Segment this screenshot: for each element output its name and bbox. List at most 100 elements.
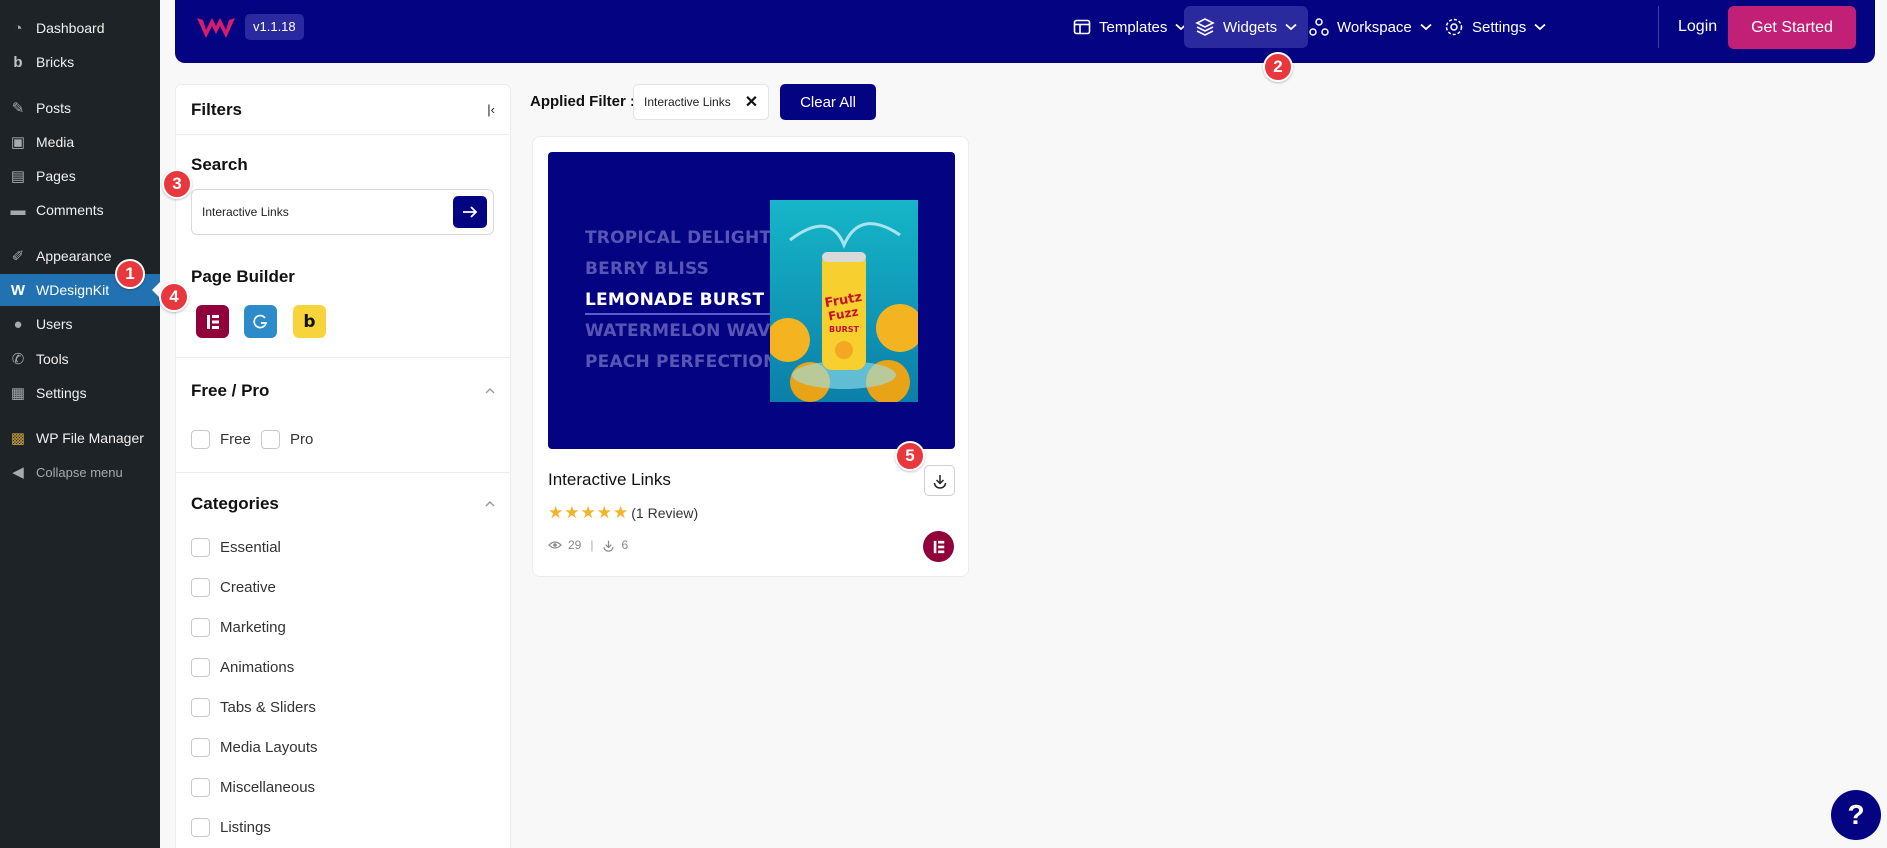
nav-widgets[interactable]: Widgets: [1184, 6, 1309, 48]
clear-all-button[interactable]: Clear All: [780, 84, 876, 120]
nav-templates-label: Templates: [1099, 18, 1168, 36]
nav-workspace[interactable]: Workspace: [1298, 6, 1443, 48]
category-animations[interactable]: Animations: [191, 658, 294, 677]
star-icon: ★: [548, 503, 564, 522]
step-marker-4: 4: [159, 282, 189, 312]
collapse-menu-label: Collapse menu: [36, 464, 123, 480]
applied-filter-chip[interactable]: Interactive Links ✕: [633, 84, 770, 120]
search-input[interactable]: [202, 202, 442, 222]
login-link[interactable]: Login: [1678, 6, 1717, 48]
star-icon: ★: [580, 503, 596, 522]
category-media-layouts[interactable]: Media Layouts: [191, 738, 318, 757]
chevron-up-icon[interactable]: [485, 499, 495, 509]
layers-icon: [1195, 18, 1215, 36]
dashboard-icon: ◔: [13, 19, 23, 37]
free-checkbox[interactable]: Free: [191, 430, 251, 449]
wp-menu-label: Posts: [36, 100, 72, 116]
wp-menu-pages[interactable]: ▤ Pages: [0, 160, 160, 192]
pro-checkbox[interactable]: Pro: [261, 430, 313, 449]
bricks-filter-button[interactable]: b: [293, 305, 326, 338]
checkbox-label: Media Layouts: [220, 739, 318, 756]
preview-link-text: LEMONADE BURST: [585, 290, 765, 310]
wp-menu-bricks[interactable]: b Bricks: [0, 46, 160, 78]
checkbox-label: Miscellaneous: [220, 779, 316, 796]
wrench-icon: ✆: [11, 351, 25, 368]
wp-menu-media[interactable]: ▣ Media: [0, 126, 160, 158]
category-marketing[interactable]: Marketing: [191, 618, 286, 637]
get-started-button[interactable]: Get Started: [1728, 6, 1856, 49]
workspace-icon: [1309, 18, 1329, 36]
svg-text:BURST: BURST: [829, 325, 860, 334]
nav-settings[interactable]: Settings: [1433, 6, 1557, 48]
rating-stars: ★ ★ ★ ★ ★ (1 Review): [548, 504, 698, 521]
wp-menu-posts[interactable]: ✎ Posts: [0, 92, 160, 124]
star-icon: ★: [613, 503, 629, 522]
chevron-down-icon: [1420, 23, 1432, 31]
applied-filter-label: Applied Filter :: [530, 93, 635, 110]
widget-stats: 29 | 6: [548, 538, 628, 552]
category-miscellaneous[interactable]: Miscellaneous: [191, 778, 315, 797]
wp-menu-file-manager[interactable]: ▩ WP File Manager: [0, 422, 160, 454]
preview-link: BERRY BLISS: [585, 259, 710, 279]
file-manager-icon: ▩: [10, 430, 26, 447]
checkbox-box: [191, 538, 210, 557]
divider: [176, 472, 510, 473]
wp-menu-settings[interactable]: ▦ Settings: [0, 377, 160, 409]
wp-collapse-menu[interactable]: ◀ Collapse menu: [0, 456, 160, 488]
wp-menu-dashboard[interactable]: ◔ Dashboard: [0, 12, 160, 44]
elementor-filter-button[interactable]: [196, 305, 229, 338]
category-essential[interactable]: Essential: [191, 538, 281, 557]
bricks-icon: b: [13, 53, 23, 71]
view-count: 29: [568, 538, 582, 552]
widget-title[interactable]: Interactive Links: [548, 470, 671, 490]
version-badge: v1.1.18: [245, 14, 304, 40]
wdesignkit-logo[interactable]: [195, 12, 237, 42]
chevron-down-icon: [1285, 23, 1297, 31]
stat-separator: |: [590, 538, 594, 552]
help-button[interactable]: ?: [1831, 790, 1881, 840]
category-creative[interactable]: Creative: [191, 578, 276, 597]
eye-icon: [548, 541, 562, 549]
search-submit-button[interactable]: [453, 196, 487, 228]
chevron-up-icon[interactable]: [485, 386, 495, 396]
divider: [176, 357, 510, 358]
pages-icon: ▤: [10, 168, 26, 185]
checkbox-label: Marketing: [220, 619, 286, 636]
bricks-icon: b: [303, 311, 316, 332]
comment-icon: ▬: [10, 201, 26, 219]
top-navbar: v1.1.18 Templates Widgets Workspace Sett…: [175, 0, 1875, 63]
step-marker-2: 2: [1263, 52, 1293, 82]
pin-icon: ✎: [11, 100, 25, 117]
wp-menu-label: Bricks: [36, 54, 75, 70]
wp-menu-comments[interactable]: ▬ Comments: [0, 194, 160, 226]
nav-templates[interactable]: Templates: [1062, 6, 1198, 48]
elementor-icon: [206, 314, 219, 329]
wp-menu-label: Tools: [36, 351, 69, 367]
preview-link: TROPICAL DELIGHT: [585, 228, 772, 248]
nav-widgets-label: Widgets: [1223, 18, 1278, 36]
gutenberg-filter-button[interactable]: [244, 305, 277, 338]
collapse-filters-icon[interactable]: |‹: [487, 102, 495, 117]
checkbox-box: [191, 738, 210, 757]
brush-icon: ✐: [11, 248, 25, 265]
download-button[interactable]: [924, 465, 955, 496]
filters-header: Filters |‹: [176, 85, 510, 135]
wp-menu-tools[interactable]: ✆ Tools: [0, 343, 160, 375]
close-icon[interactable]: ✕: [745, 92, 758, 112]
checkbox-box: [191, 430, 210, 449]
category-tabs-sliders[interactable]: Tabs & Sliders: [191, 698, 316, 717]
wp-menu-label: WDesignKit: [36, 282, 110, 298]
nav-divider: [1658, 6, 1659, 48]
wp-menu-users[interactable]: ● Users: [0, 308, 160, 340]
elementor-icon: [933, 540, 944, 553]
star-icon: ★: [564, 503, 580, 522]
wp-menu-label: Appearance: [36, 248, 112, 264]
chevron-down-icon: [1534, 23, 1546, 31]
widget-card[interactable]: TROPICAL DELIGHT BERRY BLISS LEMONADE BU…: [532, 136, 969, 577]
checkbox-label: Animations: [220, 659, 295, 676]
checkbox-box: [191, 698, 210, 717]
widget-preview[interactable]: TROPICAL DELIGHT BERRY BLISS LEMONADE BU…: [548, 152, 955, 449]
categories-title: Categories: [191, 494, 279, 513]
page-builder-title: Page Builder: [191, 267, 295, 286]
category-listings[interactable]: Listings: [191, 818, 271, 837]
